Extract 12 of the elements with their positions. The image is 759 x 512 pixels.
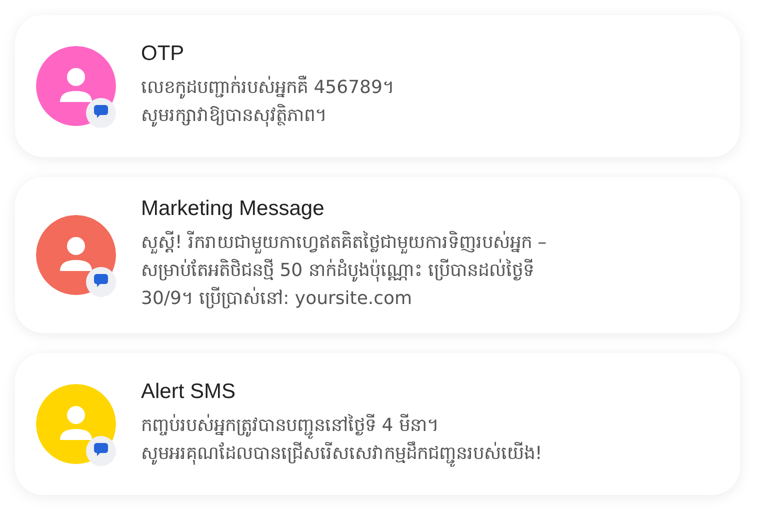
chat-bubble-icon (86, 267, 116, 297)
message-title: Marketing Message (141, 197, 326, 221)
message-card[interactable]: Marketing Message សួស្តី! រីករាយជាមួយកាហ្វេឥតគិតថ្លៃជាមួយការទិញរបស់អ្នក – សម្រាប់តែអតិថិជនថ្មី 50 នាក់ដំបូងប៉ុណ្ណោះ ប្រើបានដល់ថ្ងៃទី 30/9។ ប្រើប្រាស់នៅ: yoursite.com (15, 177, 740, 333)
message-card[interactable]: OTP លេខកូដបញ្ជាក់របស់អ្នកគឺ 456789។ សូមរក្សាវាឱ្យបានសុវត្ថិភាព។ (15, 15, 740, 157)
message-text: កញ្ចប់របស់អ្នកត្រូវបានបញ្ជូននៅថ្ងៃទី 4 មីនា។ សូមអរគុណដែលបានជ្រើសរើសសេវាកម្មដឹកជញ្ជូនរបស់យើង! (141, 412, 542, 468)
message-title: Alert SMS (141, 380, 237, 404)
chat-bubble-icon (86, 98, 116, 128)
message-text: សួស្តី! រីករាយជាមួយកាហ្វេឥតគិតថ្លៃជាមួយការទិញរបស់អ្នក – សម្រាប់តែអតិថិជនថ្មី 50 នាក់ដំបូងប៉ុណ្ណោះ ប្រើបានដល់ថ្ងៃទី 30/9។ ប្រើប្រាស់នៅ: yoursite.com (141, 230, 547, 311)
message-card[interactable]: Alert SMS កញ្ចប់របស់អ្នកត្រូវបានបញ្ជូននៅថ្ងៃទី 4 មីនា។ សូមអរគុណដែលបានជ្រើសរើសសេវាកម្មដឹកជញ្ជូនរបស់យើង! (15, 353, 740, 495)
message-text: លេខកូដបញ្ជាក់របស់អ្នកគឺ 456789។ សូមរក្សាវាឱ្យបានសុវត្ថិភាព។ (141, 74, 394, 129)
message-title: OTP (141, 42, 186, 66)
chat-bubble-icon (86, 436, 116, 466)
